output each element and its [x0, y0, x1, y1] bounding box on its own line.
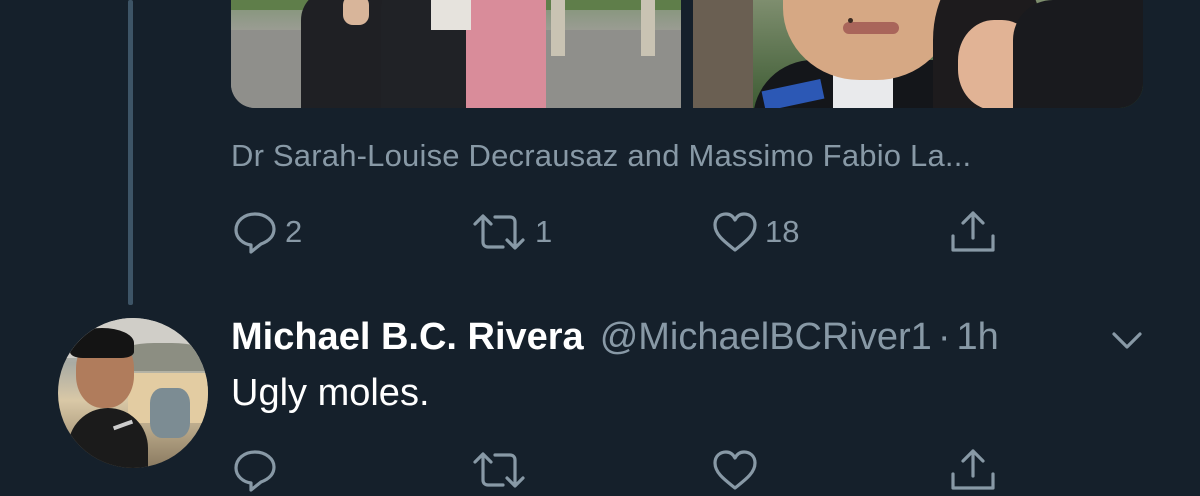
tweet-media-grid[interactable]	[231, 0, 1143, 108]
tagged-people-text[interactable]: Dr Sarah-Louise Decrausaz and Massimo Fa…	[231, 138, 971, 174]
reply-button[interactable]	[231, 446, 285, 494]
share-button[interactable]	[947, 208, 999, 256]
retweet-count: 1	[535, 214, 553, 249]
retweet-button[interactable]: 1	[469, 208, 552, 256]
user-handle[interactable]: @MichaelBCRiver1	[600, 316, 932, 359]
separator-dot: ·	[937, 316, 951, 358]
tweet-actions-bar	[231, 446, 1011, 494]
more-options-button[interactable]	[1110, 326, 1144, 359]
share-upload-icon	[951, 449, 995, 490]
share-button[interactable]	[947, 446, 999, 494]
reply-button[interactable]: 2	[231, 208, 302, 256]
share-upload-icon	[951, 211, 995, 252]
like-count: 18	[765, 214, 800, 249]
display-name[interactable]: Michael B.C. Rivera	[231, 316, 584, 359]
like-button[interactable]	[711, 446, 765, 494]
speech-bubble-icon	[234, 450, 276, 492]
retweet-arrows-icon	[473, 214, 525, 250]
retweet-arrows-icon	[473, 452, 525, 488]
graduation-photo-right[interactable]	[693, 0, 1143, 108]
reply-count: 2	[285, 214, 303, 249]
heart-icon	[713, 212, 757, 252]
chevron-down-icon	[1112, 332, 1142, 349]
retweet-button[interactable]	[469, 446, 535, 494]
like-button[interactable]: 18	[711, 208, 799, 256]
speech-bubble-icon	[234, 212, 276, 254]
heart-icon	[713, 450, 757, 490]
avatar[interactable]	[58, 318, 208, 468]
graduation-photo-left[interactable]	[231, 0, 681, 108]
timestamp[interactable]: 1h	[956, 316, 998, 359]
tweet-actions-bar: 2 1 18	[231, 208, 1011, 256]
thread-connector-line	[128, 0, 133, 305]
tweet-header: Michael B.C. Rivera @MichaelBCRiver1 · 1…	[231, 316, 999, 359]
tweet-text: Ugly moles.	[231, 372, 430, 414]
